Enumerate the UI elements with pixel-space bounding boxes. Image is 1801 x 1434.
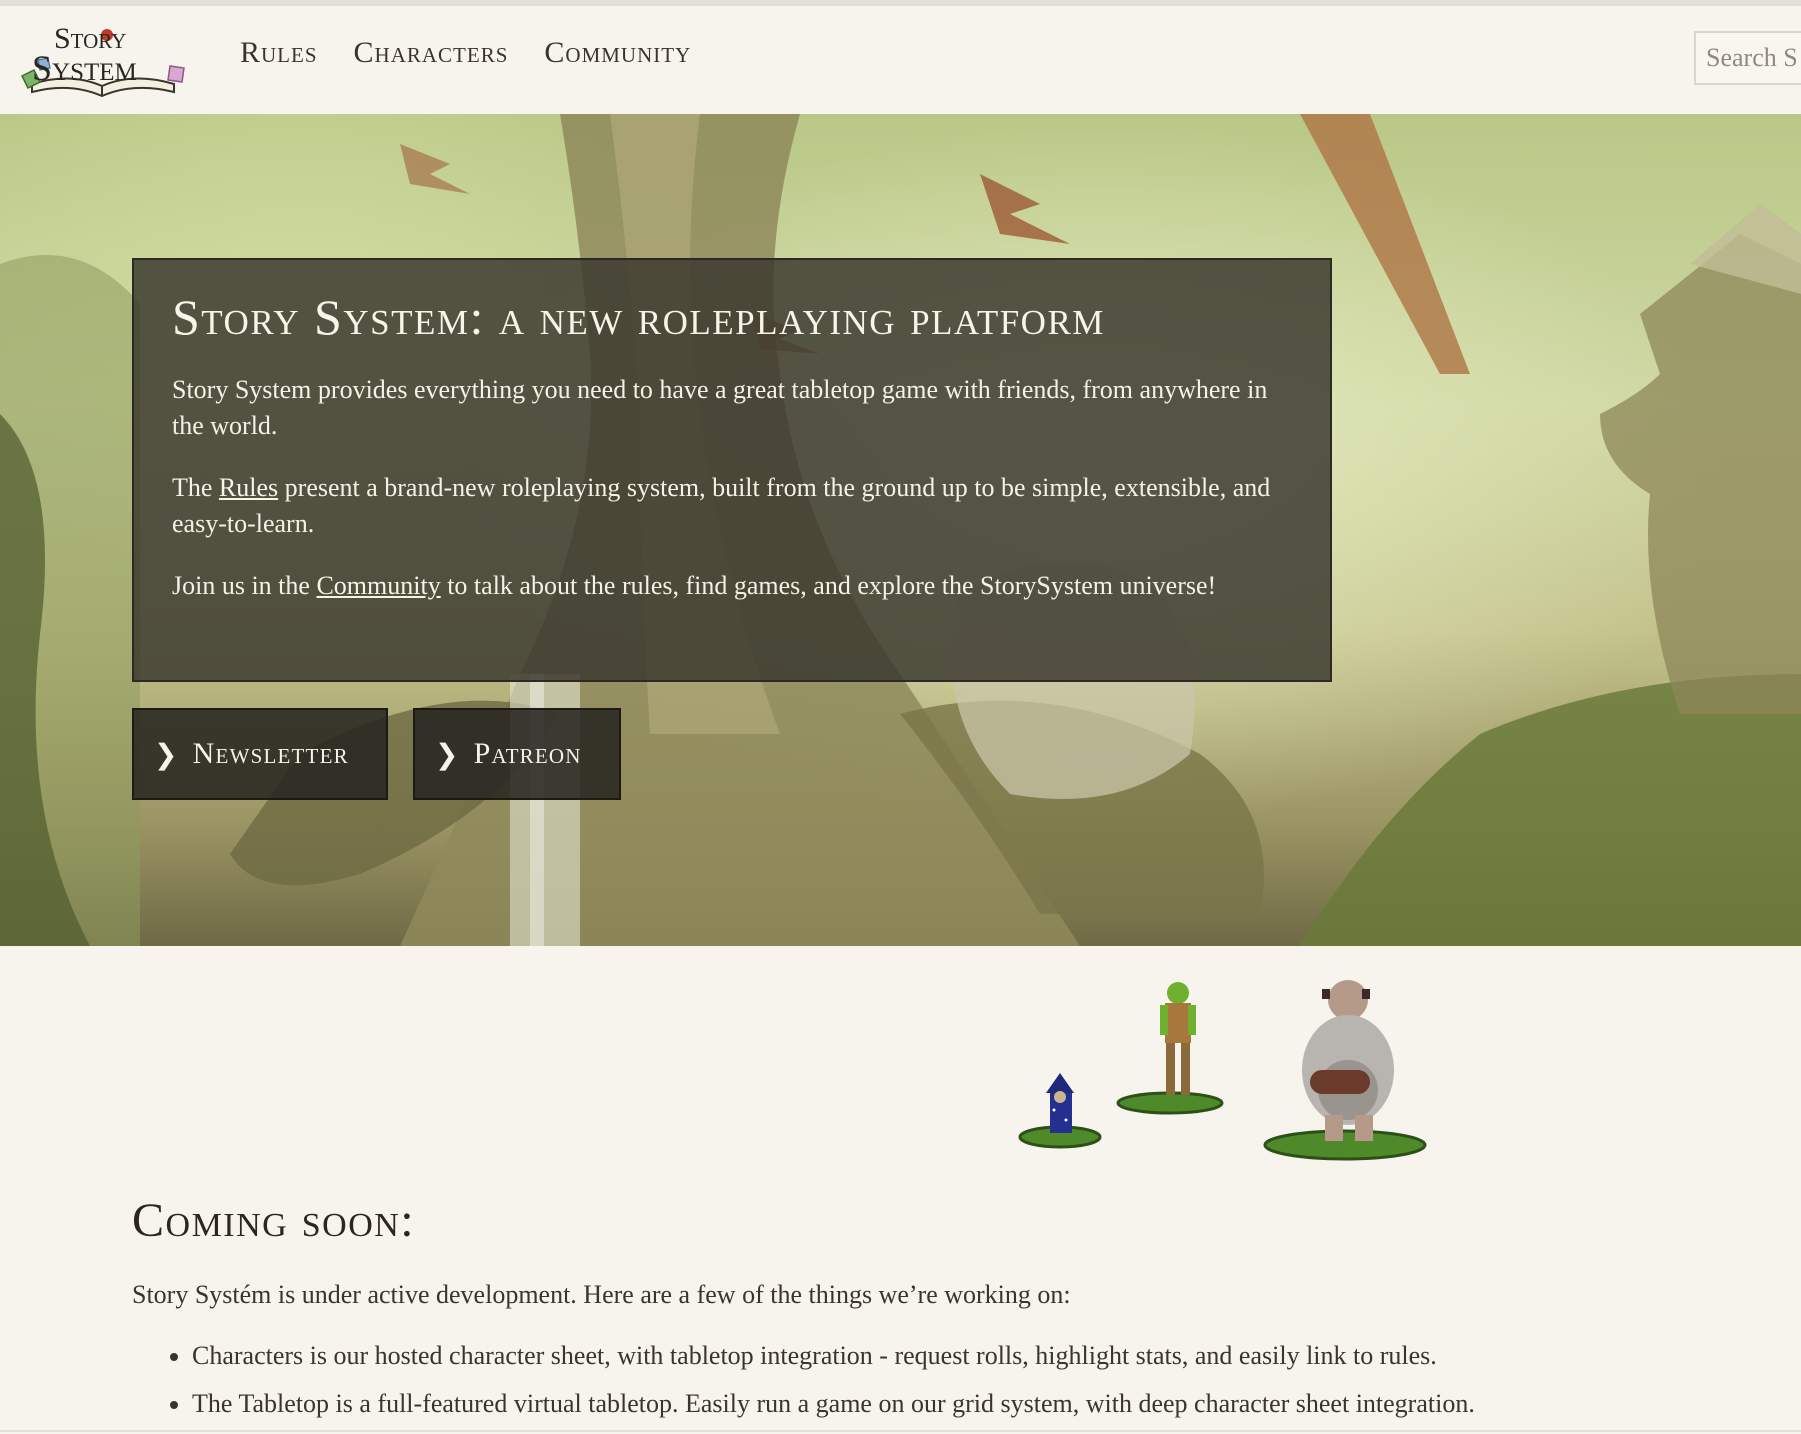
coming-soon-heading: Coming soon:: [132, 1194, 416, 1247]
patreon-label: Patreon: [473, 737, 582, 770]
main-nav: Rules Characters Community: [240, 36, 691, 70]
wizard-sprite: [1018, 1073, 1102, 1149]
newsletter-label: Newsletter: [192, 737, 349, 770]
intro-box: Story System: a new roleplaying platform…: [132, 258, 1332, 682]
ogre-sprite: [1263, 980, 1427, 1161]
intro-paragraph-3: Join us in the Community to talk about t…: [172, 571, 1217, 600]
nav-rules[interactable]: Rules: [240, 36, 318, 70]
list-item: The Tabletop is a full-featured virtual …: [192, 1386, 1801, 1422]
hero-banner: Story System: a new roleplaying platform…: [0, 114, 1801, 946]
list-item: Characters is our hosted character sheet…: [192, 1338, 1801, 1374]
logo-line2: System: [32, 48, 137, 88]
nav-community[interactable]: Community: [544, 36, 691, 70]
chevron-right-icon: ❯: [154, 737, 179, 771]
search-input[interactable]: [1694, 31, 1801, 85]
chevron-right-icon: ❯: [435, 737, 460, 771]
feature-list: Characters is our hosted character sheet…: [152, 1338, 1801, 1434]
newsletter-button[interactable]: ❯ Newsletter: [132, 708, 388, 800]
coming-soon-intro: Story Systém is under active development…: [132, 1280, 1071, 1309]
community-link[interactable]: Community: [316, 571, 440, 600]
site-logo[interactable]: Story System: [10, 14, 195, 100]
hero-title: Story System: a new roleplaying platform: [172, 289, 1105, 345]
intro-paragraph-1: Story System provides everything you nee…: [172, 375, 1268, 440]
character-sprites: [1018, 980, 1427, 1161]
rules-link[interactable]: Rules: [219, 473, 278, 502]
intro-paragraph-2: The Rules present a brand-new roleplayin…: [172, 473, 1271, 538]
site-header: Story System Rules Characters Community: [0, 6, 1801, 115]
nav-characters[interactable]: Characters: [354, 36, 509, 70]
orc-sprite: [1116, 982, 1224, 1115]
patreon-button[interactable]: ❯ Patreon: [413, 708, 621, 800]
